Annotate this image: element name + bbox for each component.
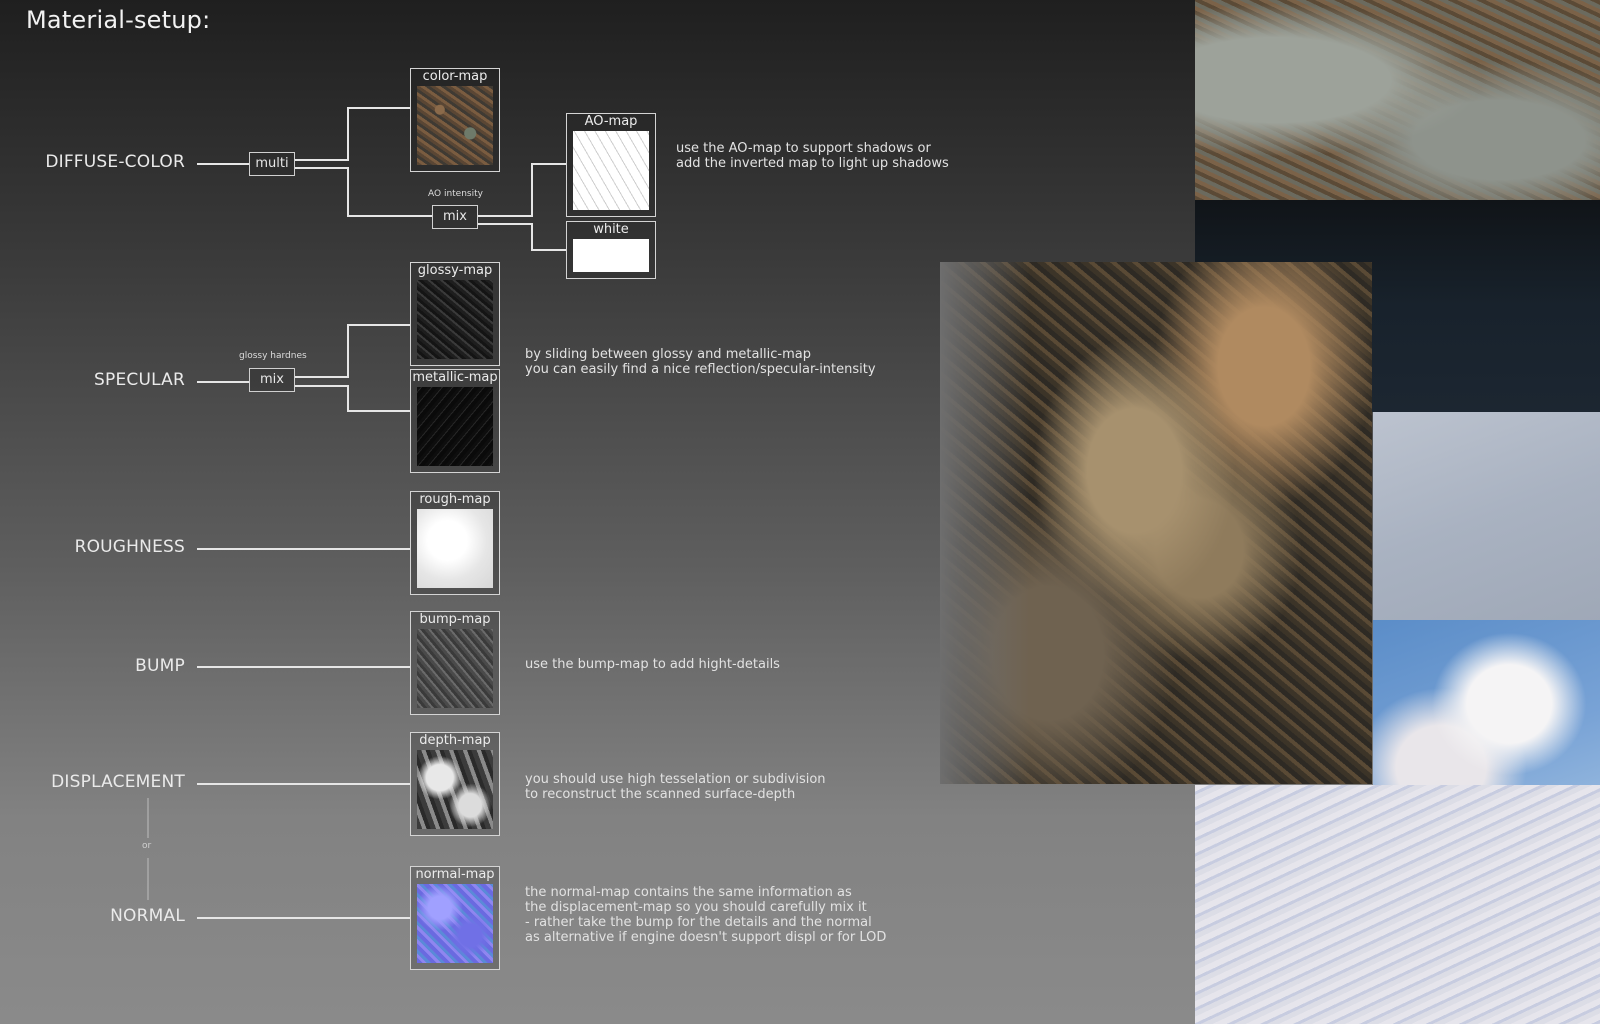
normal-map-label: normal-map [415, 867, 495, 882]
channel-displacement: DISPLACEMENT [51, 772, 185, 792]
note-bump: use the bump-map to add hight-details [525, 657, 780, 672]
wire-multi-mix [294, 167, 432, 217]
white-box: white [566, 221, 656, 279]
rough-map-thumbnail [417, 509, 493, 588]
mix-specular-node: mix [249, 368, 295, 392]
glossy-map-thumbnail [417, 280, 493, 359]
or-label: or [142, 841, 152, 851]
wire-mix-glossy [294, 324, 410, 378]
note-displacement: you should use high tesselation or subdi… [525, 772, 826, 802]
note-normal-line: the displacement-map so you should caref… [525, 900, 867, 915]
note-displacement-line: to reconstruct the scanned surface-depth [525, 787, 796, 802]
glossy-hardness-label: glossy hardnes [239, 351, 307, 361]
channel-normal: NORMAL [110, 906, 185, 926]
metallic-map-box: metallic-map [410, 369, 500, 473]
channel-roughness: ROUGHNESS [74, 537, 185, 557]
note-normal-line: - rather take the bump for the details a… [525, 915, 872, 930]
ao-map-box: AO-map [566, 113, 656, 217]
metallic-map-label: metallic-map [412, 370, 498, 385]
depth-map-thumbnail [417, 750, 493, 829]
color-map-label: color-map [422, 69, 488, 84]
note-displacement-line: you should use high tesselation or subdi… [525, 772, 826, 787]
note-bump-line: use the bump-map to add hight-details [525, 657, 780, 672]
channel-diffuse-color: DIFFUSE-COLOR [45, 152, 185, 172]
note-ao-line: add the inverted map to light up shadows [676, 156, 949, 171]
glossy-map-label: glossy-map [417, 263, 493, 278]
wire-mix-white [477, 223, 566, 251]
metallic-map-thumbnail [417, 387, 493, 466]
note-normal-line: as alternative if engine doesn't support… [525, 930, 887, 945]
multi-node: multi [249, 152, 295, 176]
white-swatch [573, 239, 649, 272]
note-normal: the normal-map contains the same informa… [525, 885, 886, 945]
channel-specular: SPECULAR [94, 370, 185, 390]
depth-map-label: depth-map [419, 733, 491, 748]
color-map-thumbnail [417, 86, 493, 165]
glossy-map-box: glossy-map [410, 262, 500, 366]
depth-map-box: depth-map [410, 732, 500, 836]
rough-map-label: rough-map [419, 492, 491, 507]
note-ao: use the AO-map to support shadows or add… [676, 141, 949, 171]
wire-mix-metallic [294, 385, 410, 412]
note-specular: by sliding between glossy and metallic-m… [525, 347, 876, 377]
bump-map-box: bump-map [410, 611, 500, 715]
channel-bump: BUMP [135, 656, 185, 676]
color-map-box: color-map [410, 68, 500, 172]
note-specular-line: by sliding between glossy and metallic-m… [525, 347, 811, 362]
ao-intensity-label: AO intensity [428, 189, 483, 199]
bump-map-label: bump-map [419, 612, 491, 627]
wire-multi-color [294, 107, 410, 161]
note-specular-line: you can easily find a nice reflection/sp… [525, 362, 876, 377]
bump-map-thumbnail [417, 629, 493, 708]
note-ao-line: use the AO-map to support shadows or [676, 141, 931, 156]
white-label: white [593, 222, 629, 237]
note-normal-line: the normal-map contains the same informa… [525, 885, 852, 900]
normal-map-box: normal-map [410, 866, 500, 970]
normal-map-thumbnail [417, 884, 493, 963]
mix-ao-node: mix [432, 205, 478, 229]
ao-map-thumbnail [573, 131, 649, 210]
rough-map-box: rough-map [410, 491, 500, 595]
ao-map-label: AO-map [584, 114, 638, 129]
